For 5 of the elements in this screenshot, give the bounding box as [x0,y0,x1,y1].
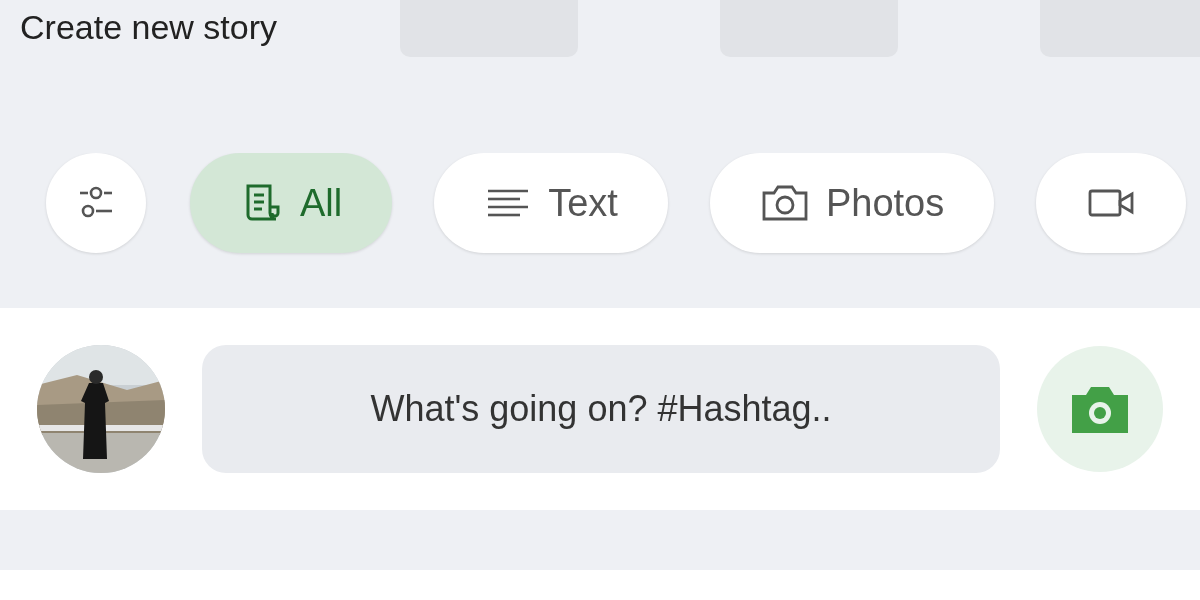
post-input-field[interactable]: What's going on? #Hashtag.. [202,345,1000,473]
filter-chip[interactable]: All [190,153,393,253]
page-title: Create new story [20,8,278,47]
filter-chip[interactable]: Text [434,153,668,253]
filter-chip[interactable]: Photos [709,153,995,253]
